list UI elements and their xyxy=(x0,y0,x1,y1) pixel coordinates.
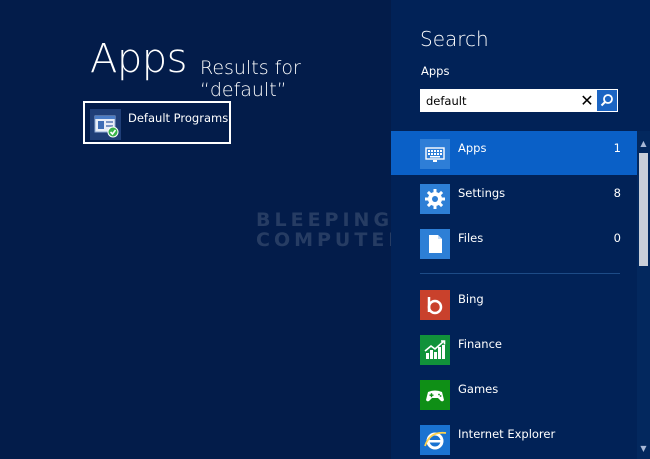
scope-count: 8 xyxy=(613,186,621,200)
scrollbar-thumb[interactable] xyxy=(639,153,648,266)
scope-item-files[interactable]: Files 0 xyxy=(391,221,637,265)
scope-label: Apps xyxy=(458,141,487,155)
app-item-finance[interactable]: Finance xyxy=(391,327,637,371)
document-icon xyxy=(420,229,450,259)
keyboard-icon xyxy=(420,139,450,169)
internet-explorer-icon xyxy=(420,425,450,455)
watermark-line-1: BLEEPING xyxy=(256,209,394,231)
app-label: Finance xyxy=(458,337,502,351)
search-scope-label: Apps xyxy=(421,64,450,78)
app-item-games[interactable]: Games xyxy=(391,372,637,416)
divider xyxy=(420,273,620,274)
search-box: ✕ xyxy=(420,89,618,112)
search-charm: Search Apps ✕ Apps 1 xyxy=(391,0,650,459)
search-icon xyxy=(600,94,613,107)
watermark: BLEEPING COMPUTER xyxy=(256,210,407,250)
search-button[interactable] xyxy=(597,90,617,111)
chevron-down-icon[interactable]: ▼ xyxy=(637,442,650,455)
search-input[interactable] xyxy=(426,92,576,109)
scope-count: 0 xyxy=(613,231,621,245)
app-label: Bing xyxy=(458,292,484,306)
app-label: Internet Explorer xyxy=(458,427,556,441)
start-screen-results: Apps Results for “default” Default Progr… xyxy=(0,0,403,459)
result-tile-default-programs[interactable]: Default Programs xyxy=(83,101,231,144)
charm-title: Search xyxy=(420,27,489,51)
scope-item-apps[interactable]: Apps 1 xyxy=(391,131,637,175)
chevron-up-icon[interactable]: ▲ xyxy=(637,137,650,150)
bing-icon xyxy=(420,290,450,320)
result-label: Default Programs xyxy=(128,111,229,125)
default-programs-icon xyxy=(90,109,121,140)
clear-icon[interactable]: ✕ xyxy=(577,89,597,112)
watermark-line-2: COMPUTER xyxy=(256,229,407,251)
results-subtitle: Results for “default” xyxy=(200,57,301,101)
gear-icon xyxy=(420,184,450,214)
app-item-internet-explorer[interactable]: Internet Explorer xyxy=(391,417,637,459)
page-title: Apps xyxy=(90,36,187,82)
gamepad-icon xyxy=(420,380,450,410)
scrollbar[interactable]: ▲ ▼ xyxy=(637,131,650,459)
scope-label: Files xyxy=(458,231,484,245)
app-label: Games xyxy=(458,382,499,396)
app-item-bing[interactable]: Bing xyxy=(391,282,637,326)
scope-item-settings[interactable]: Settings 8 xyxy=(391,176,637,220)
scope-label: Settings xyxy=(458,186,506,200)
scope-count: 1 xyxy=(613,141,621,155)
finance-chart-icon xyxy=(420,335,450,365)
